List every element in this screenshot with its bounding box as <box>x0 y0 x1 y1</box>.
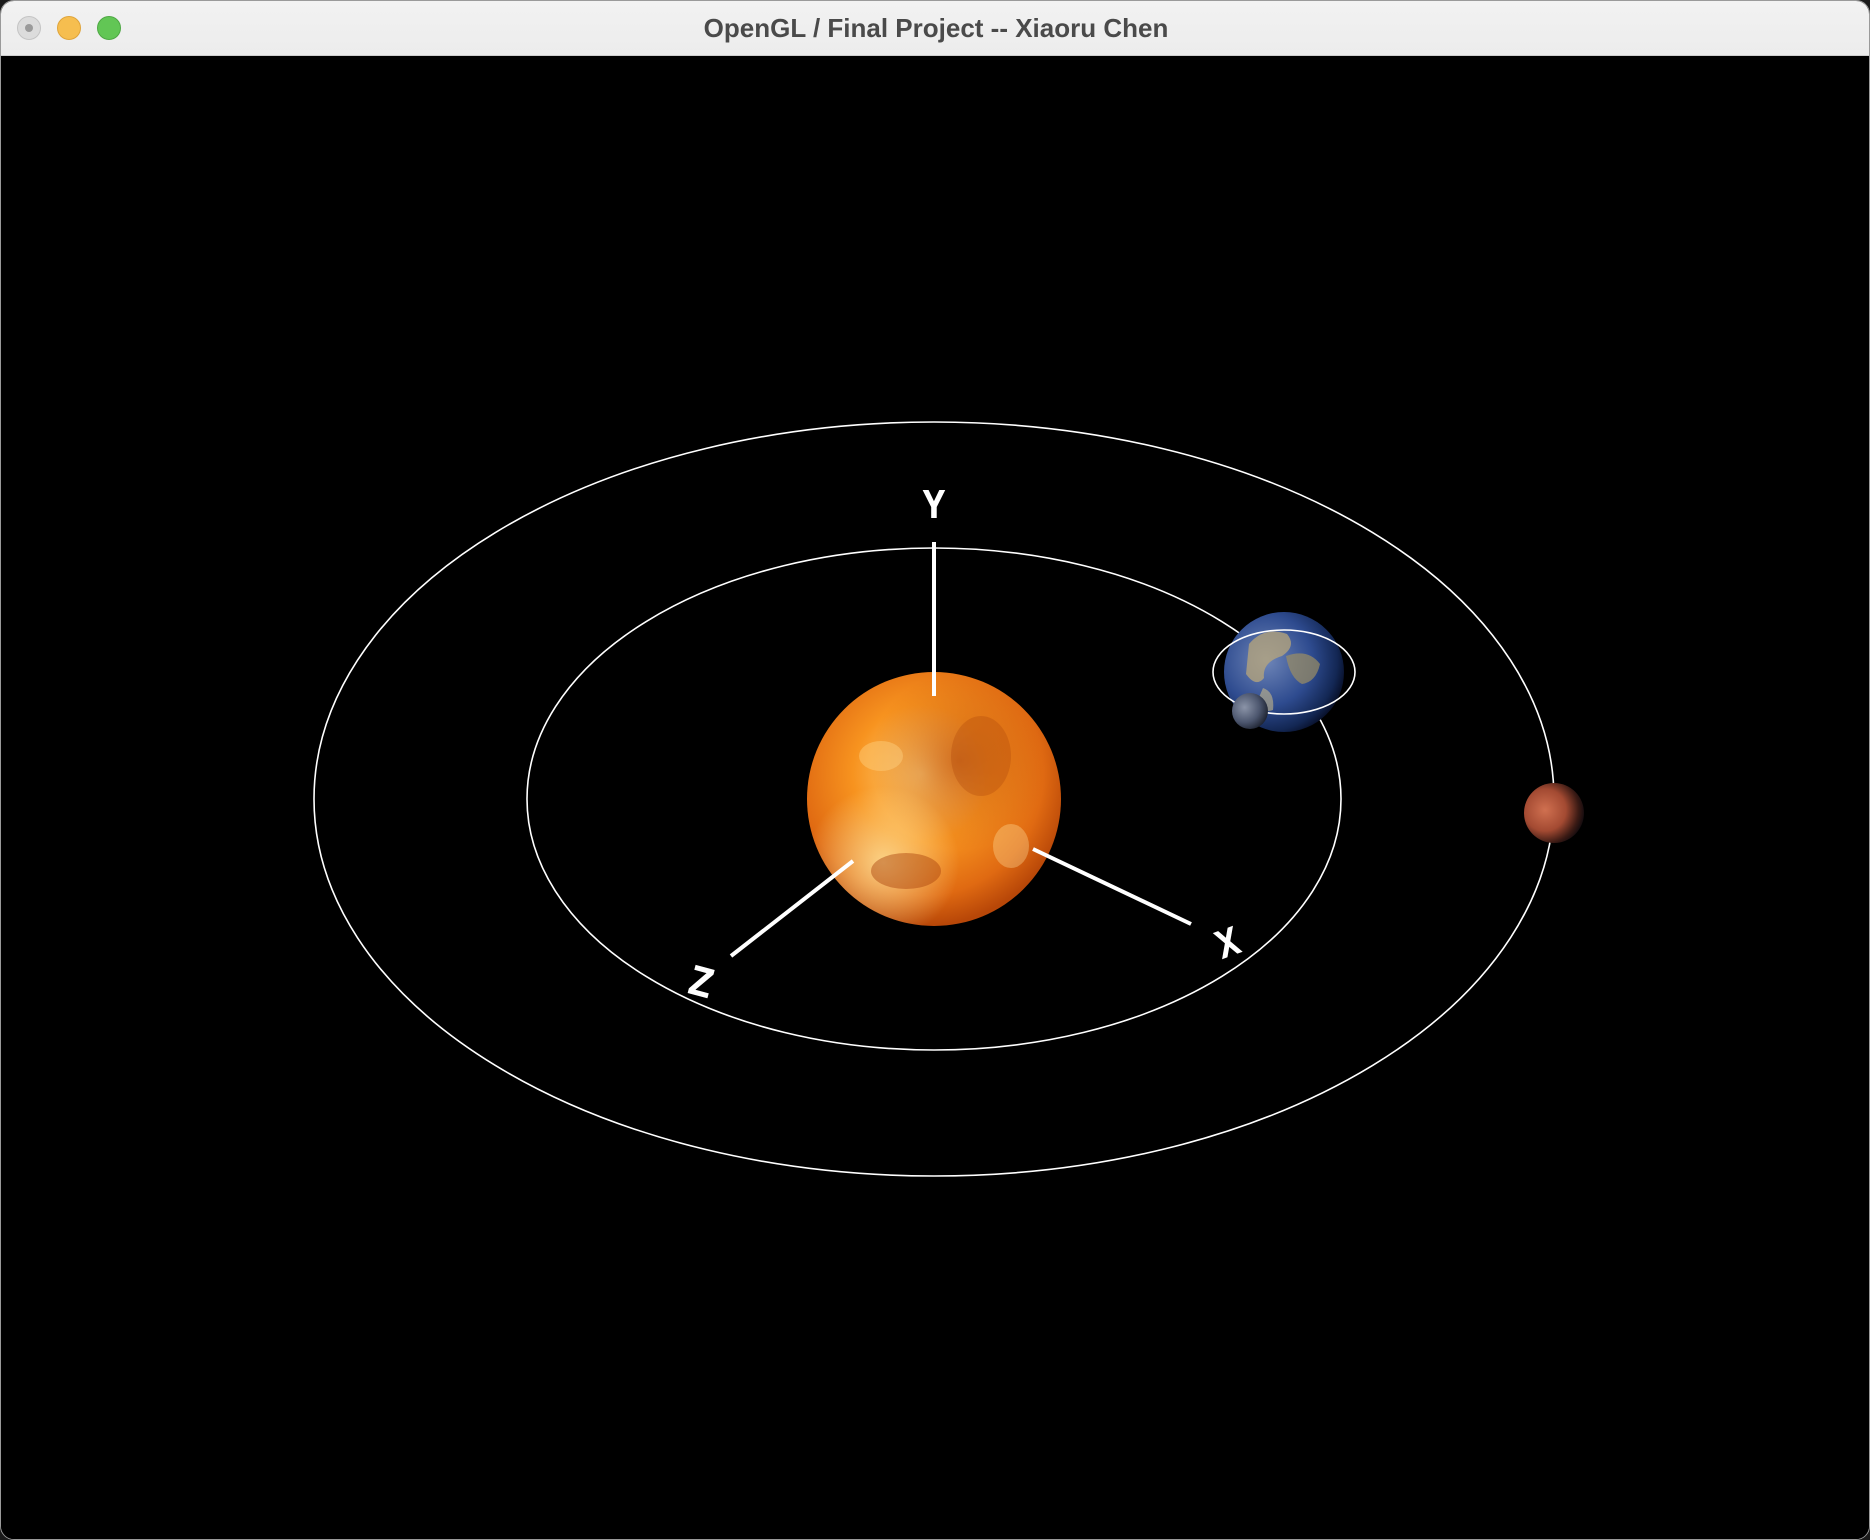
solar-system-scene: Y X Z <box>313 421 1584 1177</box>
x-axis-label: X <box>1210 919 1247 968</box>
sun-sphere <box>807 672 1061 926</box>
title-bar[interactable]: OpenGL / Final Project -- Xiaoru Chen <box>1 1 1869 56</box>
z-axis-label: Z <box>683 958 718 1009</box>
app-window: OpenGL / Final Project -- Xiaoru Chen Y … <box>0 0 1870 1540</box>
z-axis-line <box>729 859 855 958</box>
opengl-viewport[interactable]: Y X Z <box>1 56 1869 1539</box>
x-axis-line <box>1032 847 1192 926</box>
mars-sphere <box>1524 783 1584 843</box>
moon-sphere <box>1232 693 1268 729</box>
y-axis-label: Y <box>923 483 946 527</box>
window-title: OpenGL / Final Project -- Xiaoru Chen <box>703 13 1169 43</box>
